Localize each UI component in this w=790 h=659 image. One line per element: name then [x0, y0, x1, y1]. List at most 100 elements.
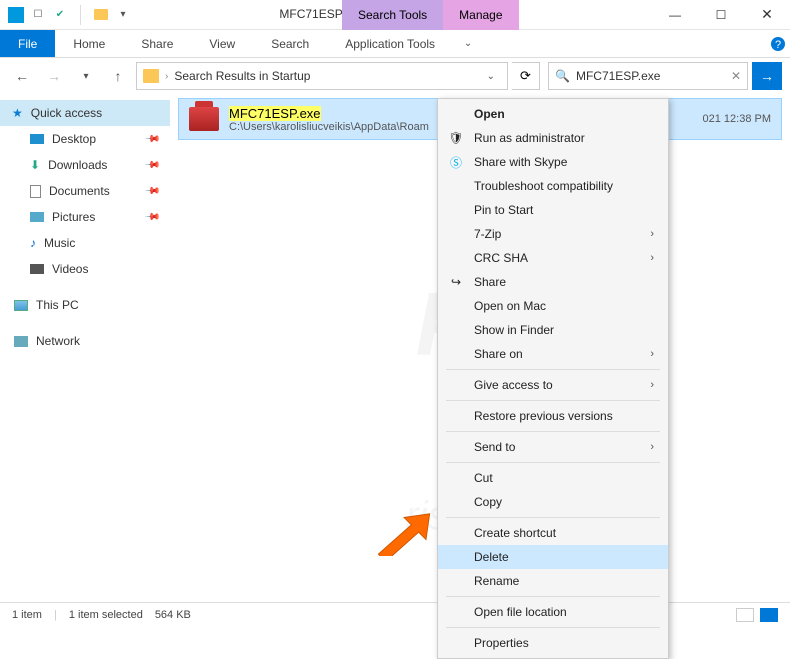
- qat-dropdown-icon[interactable]: ▾: [115, 7, 131, 23]
- qat-new-folder-icon[interactable]: [93, 7, 109, 23]
- chevron-right-icon: ›: [650, 252, 654, 264]
- address-row: ← → ▾ ↑ › Search Results in Startup ⌄ ⟳ …: [0, 58, 790, 94]
- forward-button[interactable]: →: [40, 62, 68, 90]
- music-icon: ♪: [30, 236, 36, 250]
- minimize-button[interactable]: —: [652, 0, 698, 30]
- ctx-give-access[interactable]: Give access to ›: [438, 373, 668, 397]
- videos-icon: [30, 264, 44, 274]
- search-input[interactable]: 🔍 MFC71ESP.exe ✕: [548, 62, 748, 90]
- sidebar-item-pictures[interactable]: Pictures 📌: [0, 204, 170, 230]
- search-icon: 🔍: [555, 69, 570, 83]
- ctx-send-to[interactable]: Send to›: [438, 435, 668, 459]
- ctx-show-finder[interactable]: Show in Finder: [438, 318, 668, 342]
- ctx-label: CRC SHA: [474, 251, 528, 265]
- context-tab-search: Search Tools: [342, 0, 443, 30]
- ctx-open-location[interactable]: Open file location: [438, 600, 668, 624]
- ribbon-tab-view[interactable]: View: [191, 30, 253, 57]
- ctx-restore[interactable]: Restore previous versions: [438, 404, 668, 428]
- address-dropdown-icon[interactable]: ⌄: [481, 71, 501, 82]
- context-tab-group: Search Tools Manage: [342, 0, 519, 30]
- ribbon-tab-search[interactable]: Search: [253, 30, 327, 57]
- ctx-rename[interactable]: Rename: [438, 569, 668, 593]
- pin-icon: 📌: [143, 183, 160, 200]
- go-button[interactable]: →: [752, 62, 782, 90]
- qat-properties-icon[interactable]: ☐: [30, 7, 46, 23]
- chevron-right-icon: ›: [165, 71, 168, 82]
- up-button[interactable]: ↑: [104, 62, 132, 90]
- status-selected: 1 item selected: [69, 609, 143, 621]
- sidebar-item-quick-access[interactable]: ★ Quick access: [0, 100, 170, 126]
- ribbon-tab-application-tools[interactable]: Application Tools: [327, 30, 453, 57]
- separator: [446, 517, 660, 518]
- pin-icon: 📌: [143, 157, 160, 174]
- ribbon-tab-share[interactable]: Share: [123, 30, 191, 57]
- downloads-icon: ⬇: [30, 158, 40, 172]
- sidebar-item-videos[interactable]: Videos: [0, 256, 170, 282]
- sidebar-label: Pictures: [52, 210, 95, 224]
- separator: [446, 400, 660, 401]
- sidebar-item-network[interactable]: Network: [0, 328, 170, 354]
- navigation-pane: ★ Quick access Desktop 📌 ⬇ Downloads 📌 D…: [0, 94, 170, 592]
- back-button[interactable]: ←: [8, 62, 36, 90]
- ctx-7zip[interactable]: 7-Zip›: [438, 222, 668, 246]
- star-icon: ★: [12, 106, 23, 120]
- refresh-button[interactable]: ⟳: [512, 62, 540, 90]
- details-view-button[interactable]: [736, 608, 754, 622]
- shield-icon: 🛡: [448, 130, 464, 146]
- ctx-share-on[interactable]: Share on›: [438, 342, 668, 366]
- ctx-pin-start[interactable]: Pin to Start: [438, 198, 668, 222]
- ctx-delete[interactable]: Delete: [438, 545, 668, 569]
- content-pane: MFC71ESP.exe C:\Users\karolisliucveikis\…: [170, 94, 790, 592]
- ctx-cut[interactable]: Cut: [438, 466, 668, 490]
- sidebar-item-music[interactable]: ♪ Music: [0, 230, 170, 256]
- sidebar-item-documents[interactable]: Documents 📌: [0, 178, 170, 204]
- pictures-icon: [30, 212, 44, 222]
- pc-icon: [14, 300, 28, 311]
- status-bar: 1 item | 1 item selected 564 KB: [0, 602, 790, 626]
- sidebar-item-desktop[interactable]: Desktop 📌: [0, 126, 170, 152]
- file-tab[interactable]: File: [0, 30, 55, 57]
- folder-icon: [143, 69, 159, 83]
- pin-icon: 📌: [143, 209, 160, 226]
- ctx-share-skype[interactable]: Ⓢ Share with Skype: [438, 150, 668, 174]
- separator: [446, 596, 660, 597]
- annotation-arrow-icon: [376, 512, 432, 556]
- ctx-label: Share: [474, 275, 506, 289]
- sidebar-item-this-pc[interactable]: This PC: [0, 292, 170, 318]
- ribbon-expand-icon[interactable]: ⌄: [453, 30, 483, 57]
- help-icon[interactable]: ?: [766, 30, 790, 57]
- ctx-share[interactable]: ↪ Share: [438, 270, 668, 294]
- ctx-copy[interactable]: Copy: [438, 490, 668, 514]
- desktop-icon: [30, 134, 44, 144]
- ctx-create-shortcut[interactable]: Create shortcut: [438, 521, 668, 545]
- sidebar-label: Quick access: [31, 106, 102, 120]
- ctx-open-mac[interactable]: Open on Mac: [438, 294, 668, 318]
- pin-icon: 📌: [143, 131, 160, 148]
- documents-icon: [30, 185, 41, 198]
- sidebar-item-downloads[interactable]: ⬇ Downloads 📌: [0, 152, 170, 178]
- address-bar[interactable]: › Search Results in Startup ⌄: [136, 62, 508, 90]
- ctx-run-admin[interactable]: 🛡 Run as administrator: [438, 126, 668, 150]
- ctx-label: Give access to: [474, 378, 553, 392]
- close-button[interactable]: ✕: [744, 0, 790, 30]
- context-menu: Open 🛡 Run as administrator Ⓢ Share with…: [437, 98, 669, 659]
- large-icons-view-button[interactable]: [760, 608, 778, 622]
- svg-text:?: ?: [775, 39, 781, 51]
- ctx-properties[interactable]: Properties: [438, 631, 668, 655]
- breadcrumb[interactable]: Search Results in Startup: [174, 69, 310, 83]
- sidebar-label: Music: [44, 236, 75, 250]
- recent-dropdown[interactable]: ▾: [72, 62, 100, 90]
- separator: [446, 431, 660, 432]
- qat-checkmark-icon[interactable]: ✔: [52, 7, 68, 23]
- ctx-crc-sha[interactable]: CRC SHA ›: [438, 246, 668, 270]
- ctx-troubleshoot[interactable]: Troubleshoot compatibility: [438, 174, 668, 198]
- ribbon-tab-home[interactable]: Home: [55, 30, 123, 57]
- ctx-open[interactable]: Open: [438, 102, 668, 126]
- maximize-button[interactable]: ☐: [698, 0, 744, 30]
- result-text: MFC71ESP.exe C:\Users\karolisliucveikis\…: [229, 106, 429, 133]
- ribbon-tabs: File Home Share View Search Application …: [0, 30, 790, 58]
- chevron-right-icon: ›: [650, 379, 654, 391]
- clear-search-icon[interactable]: ✕: [731, 69, 741, 83]
- chevron-right-icon: ›: [650, 228, 654, 240]
- ctx-label: Run as administrator: [474, 131, 585, 145]
